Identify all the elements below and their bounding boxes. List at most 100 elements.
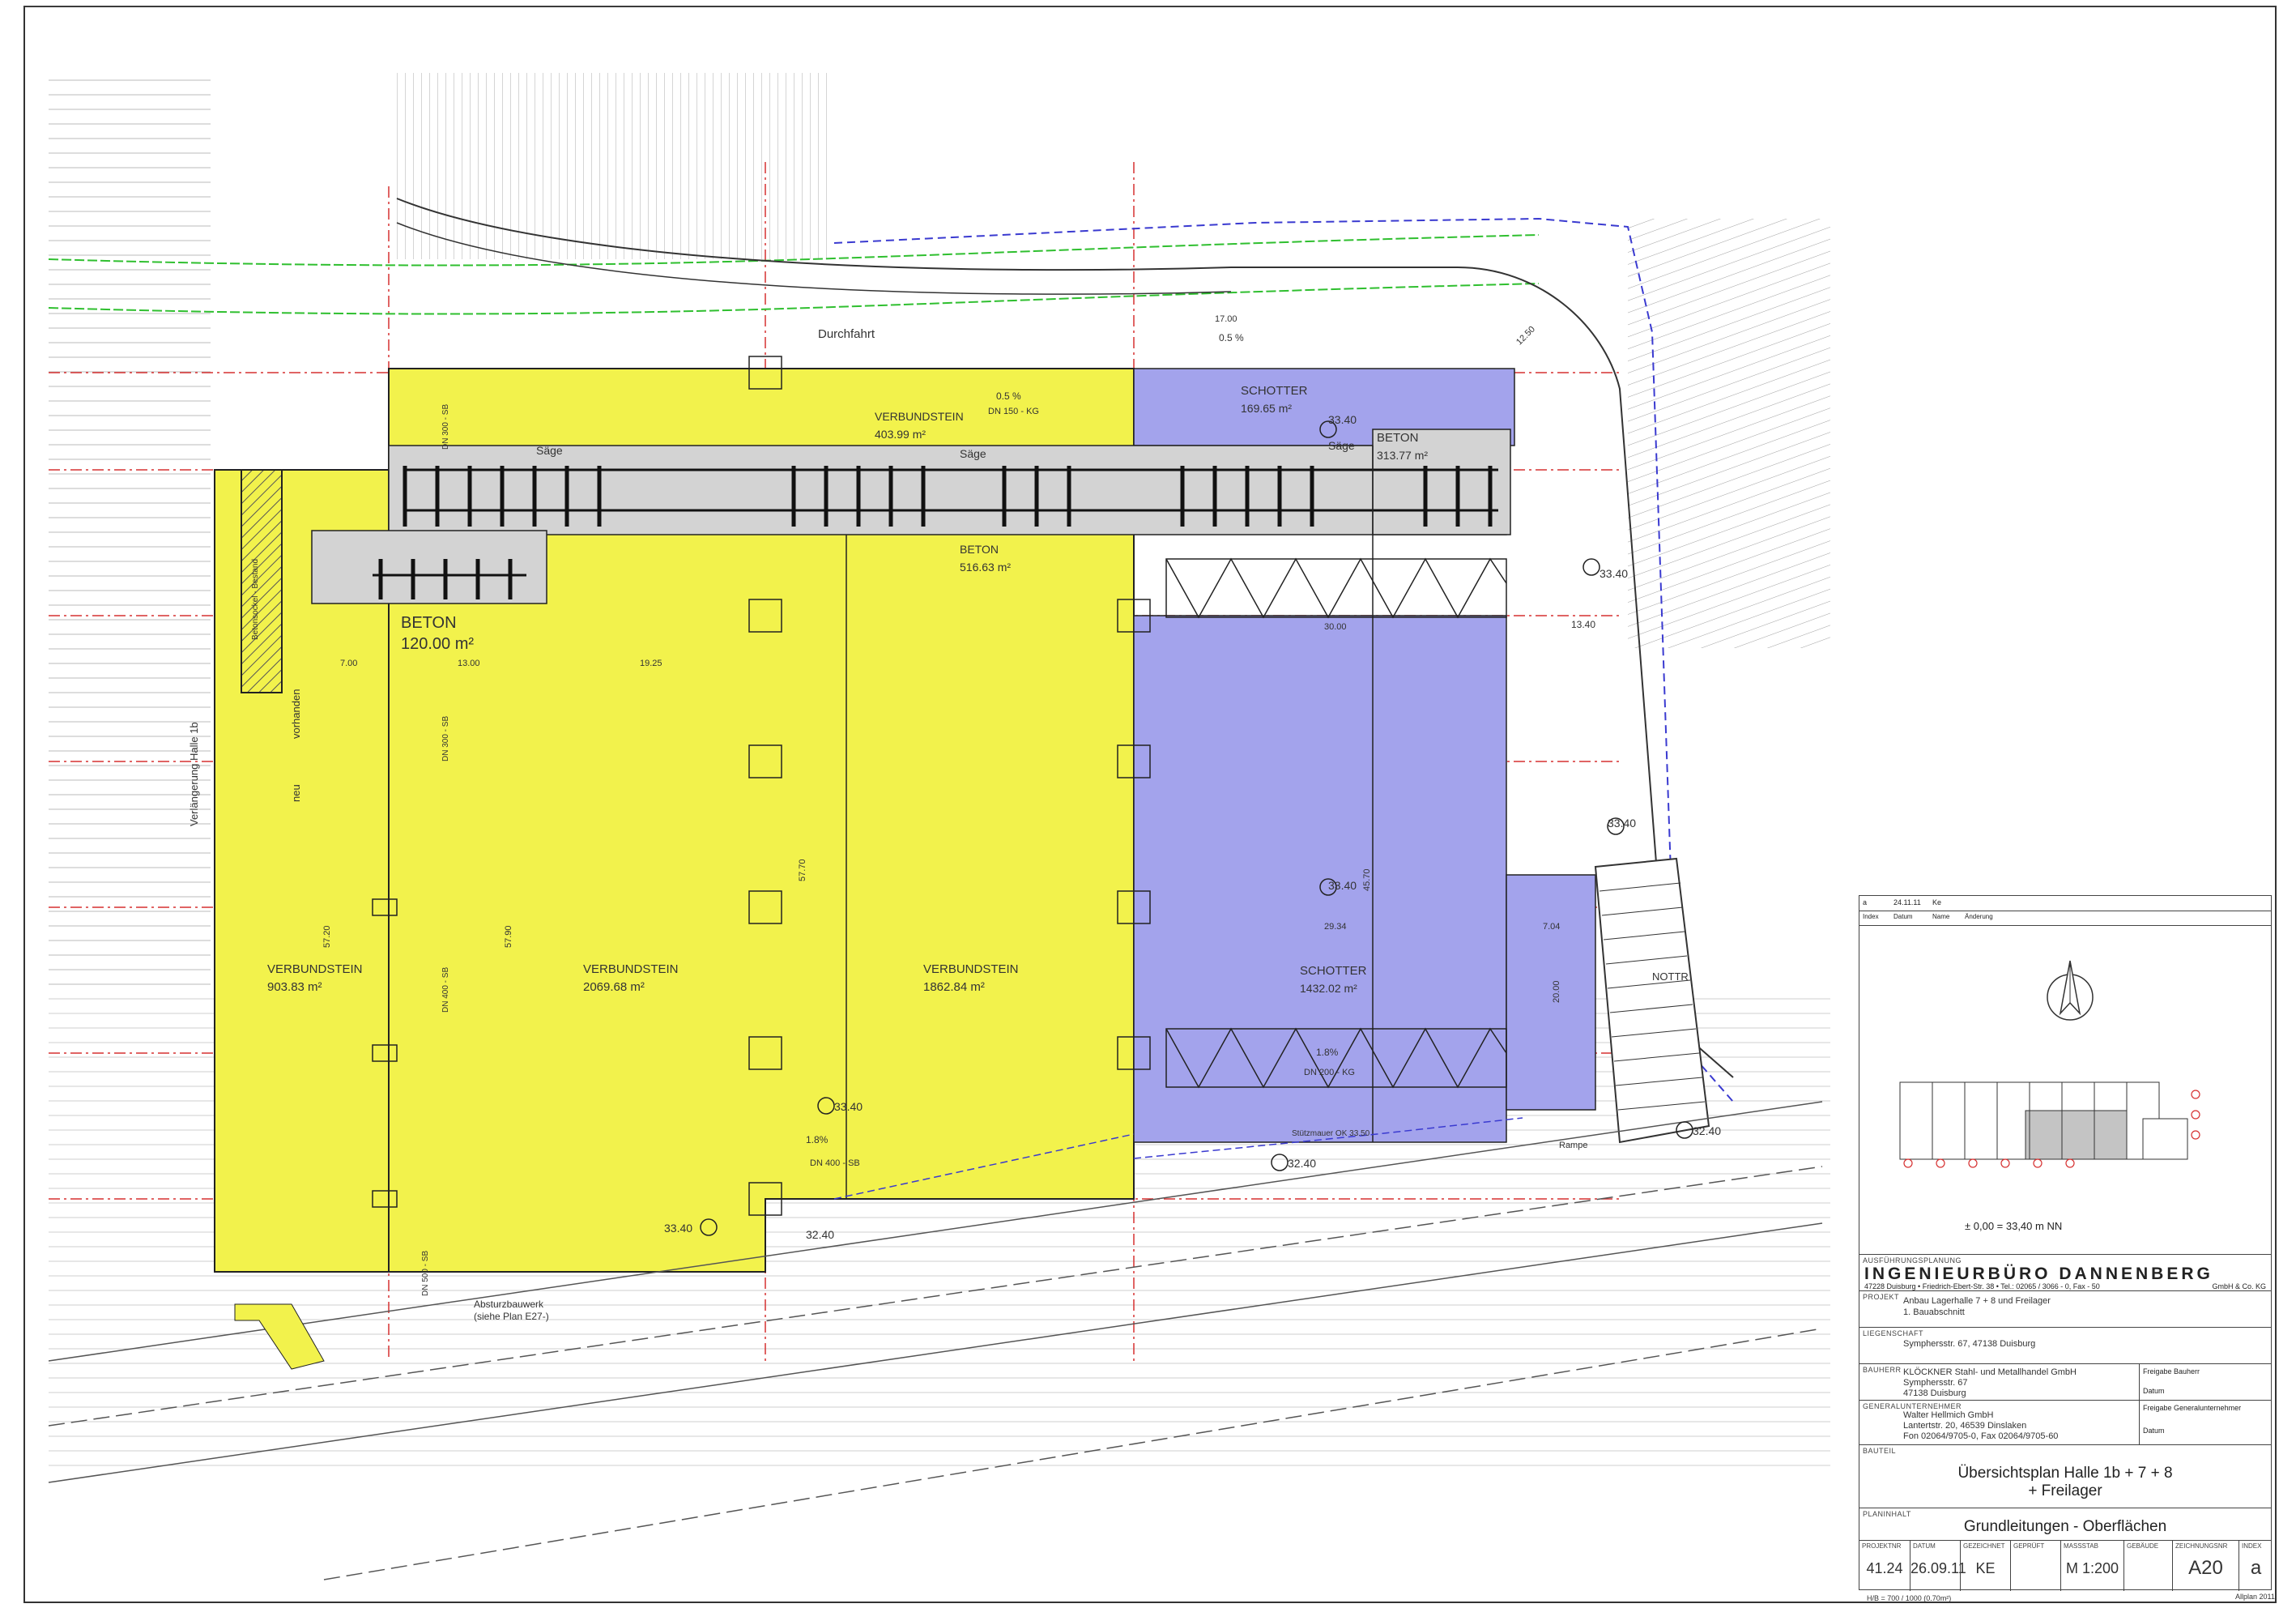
revision-date: 24.11.11	[1893, 898, 1921, 906]
project-number: 41.24	[1866, 1560, 1903, 1576]
elevation-label: 32.40	[806, 1228, 835, 1241]
pipe-label: DN 400 - SB	[441, 966, 450, 1013]
revision-header: Index	[1863, 913, 1879, 920]
scale: M 1:200	[2065, 1560, 2119, 1576]
dimension-label: 13.00	[458, 659, 480, 668]
project-line: Anbau Lagerhalle 7 + 8 und Freilager	[1903, 1296, 2051, 1306]
site-section: LIEGENSCHAFT Symphersstr. 67, 47138 Duis…	[1859, 1327, 2271, 1363]
existing-base-label: Betonsockel - Bestand	[251, 558, 260, 640]
concrete-crane-track	[388, 445, 1507, 535]
area-size-label: 1862.84 m²	[923, 980, 985, 994]
area-size-label: 313.77 m²	[1377, 449, 1429, 462]
slope-label: 1.8%	[1316, 1047, 1339, 1058]
existing-concrete-base	[241, 469, 283, 693]
revision-name: Ke	[1932, 898, 1942, 906]
slope-label: 1.8%	[806, 1134, 829, 1145]
release-contractor: Freigabe Generalunternehmer	[2143, 1404, 2242, 1412]
elevation-label: 33.40	[834, 1100, 863, 1113]
note-label: Stützmauer OK 33.50	[1292, 1129, 1370, 1138]
area-material-label: SCHOTTER	[1300, 964, 1367, 978]
elevation-label: 33.40	[1328, 413, 1357, 426]
client-line: 47138 Duisburg	[1903, 1388, 1966, 1398]
gravel-area-south	[1133, 615, 1507, 1143]
new-label: neu	[290, 784, 302, 802]
area-material-label: BETON	[1377, 431, 1419, 445]
client-line: KLÖCKNER Stahl- und Metallhandel GmbH	[1903, 1367, 2077, 1377]
slope-label: 0.5 %	[1219, 332, 1244, 343]
area-size-label: 1432.02 m²	[1300, 982, 1357, 995]
office-address: 47228 Duisburg • Friedrich-Ebert-Str. 38…	[1864, 1282, 2100, 1290]
slope-label: 0.5 %	[996, 390, 1021, 402]
footer-row: PROJEKTNR 41.24 DATUM 26.09.11 GEZEICHNET K…	[1859, 1540, 2271, 1591]
area-material-label: VERBUNDSTEIN	[267, 962, 363, 976]
pipe-label: DN 400 - SB	[810, 1158, 860, 1168]
dimension-label: 19.25	[640, 659, 662, 668]
format-note: H/B = 700 / 1000 (0.70m²)	[1867, 1594, 1952, 1602]
project-section: PROJEKT Anbau Lagerhalle 7 + 8 und Freil…	[1859, 1290, 2271, 1327]
release-date: Datum	[2143, 1387, 2165, 1395]
road-label: Durchfahrt	[818, 327, 875, 341]
contractor-line: Lantertstr. 20, 46539 Dinslaken	[1903, 1421, 2027, 1431]
revision-table: a 24.11.11 Ke Index Datum Name Änderung	[1859, 896, 2271, 926]
office-suffix: GmbH & Co. KG	[2212, 1282, 2266, 1290]
office-section: AUSFÜHRUNGSPLANUNG INGENIEURBÜRO DANNENB…	[1859, 1254, 2271, 1290]
contractor-section: GENERALUNTERNEHMER Walter Hellmich GmbH …	[1859, 1400, 2271, 1444]
release-client: Freigabe Bauherr	[2143, 1367, 2200, 1376]
area-material-label: VERBUNDSTEIN	[875, 410, 964, 423]
elevation-label: 32.40	[1693, 1124, 1722, 1137]
pipe-label: DN 300 - SB	[441, 715, 450, 761]
dimension-label: 7.04	[1543, 922, 1561, 932]
elevation-label: 33.40	[1608, 817, 1637, 830]
dimension-label: 45.70	[1362, 868, 1372, 891]
gravel-area-east	[1506, 874, 1596, 1111]
area-material-label: SCHOTTER	[1241, 384, 1308, 398]
pipe-label: DN 150 - KG	[988, 407, 1039, 416]
content-section: PLANINHALT Grundleitungen - Oberflächen	[1859, 1508, 2271, 1540]
title-block: a 24.11.11 Ke Index Datum Name Änderung	[1859, 895, 2272, 1591]
drawing-number: A20	[2188, 1557, 2223, 1579]
client-section: BAUHERR KLÖCKNER Stahl- und Metallhandel…	[1859, 1363, 2271, 1400]
area-material-label: BETON	[401, 614, 457, 632]
extension-label: Verlängerung Halle 1b	[188, 722, 200, 826]
area-size-label: 516.63 m²	[960, 561, 1012, 574]
saw-label: Säge	[536, 444, 563, 457]
drawing-index: a	[2250, 1557, 2262, 1579]
area-material-label: VERBUNDSTEIN	[583, 962, 679, 976]
release-date: Datum	[2143, 1427, 2165, 1435]
note-label: (siehe Plan E27-)	[474, 1311, 549, 1322]
part-section: BAUTEIL Übersichtsplan Halle 1b + 7 + 8 …	[1859, 1444, 2271, 1508]
plan-title: Übersichtsplan Halle 1b + 7 + 8	[1957, 1465, 2173, 1482]
client-line: Symphersstr. 67	[1903, 1378, 1968, 1388]
pipe-label: DN 300 - SB	[441, 403, 450, 450]
site-line: Symphersstr. 67, 47138 Duisburg	[1903, 1339, 2036, 1349]
note-label: Rampe	[1559, 1141, 1588, 1150]
elevation-label: 33.40	[664, 1222, 693, 1235]
office-name: INGENIEURBÜRO DANNENBERG	[1864, 1265, 2213, 1283]
revision-header: Änderung	[1965, 913, 1993, 920]
revision-header: Datum	[1893, 913, 1913, 920]
area-size-label: 903.83 m²	[267, 980, 322, 994]
drawing-date: 26.09.11	[1910, 1560, 1966, 1576]
dimension-label: 57.20	[322, 925, 332, 948]
elevation-label: 32.40	[1288, 1157, 1317, 1170]
area-material-label: BETON	[960, 543, 999, 556]
area-size-label: 169.65 m²	[1241, 402, 1293, 415]
north-arrow-icon	[2047, 960, 2094, 1021]
saw-label: Säge	[1328, 439, 1355, 452]
contractor-line: Fon 02064/9705-0, Fax 02064/9705-60	[1903, 1431, 2059, 1441]
key-plan	[1899, 960, 2200, 1168]
dimension-label: 30.00	[1324, 622, 1347, 632]
dimension-label: 57.70	[798, 859, 807, 881]
note-label: Absturzbauwerk	[474, 1299, 544, 1310]
revision-index: a	[1863, 898, 1868, 906]
dimension-label: 29.34	[1324, 922, 1347, 932]
revision-header: Name	[1932, 913, 1950, 920]
existing-label: vorhanden	[290, 689, 302, 739]
area-material-label: VERBUNDSTEIN	[923, 962, 1019, 976]
dimension-label: 20.00	[1552, 980, 1561, 1003]
note-label: NOTTR	[1652, 970, 1689, 983]
project-line: 1. Bauabschnitt	[1903, 1307, 1965, 1317]
dimension-label: 17.00	[1215, 314, 1237, 324]
area-size-label: 2069.68 m²	[583, 980, 645, 994]
area-size-label: 120.00 m²	[401, 635, 475, 653]
